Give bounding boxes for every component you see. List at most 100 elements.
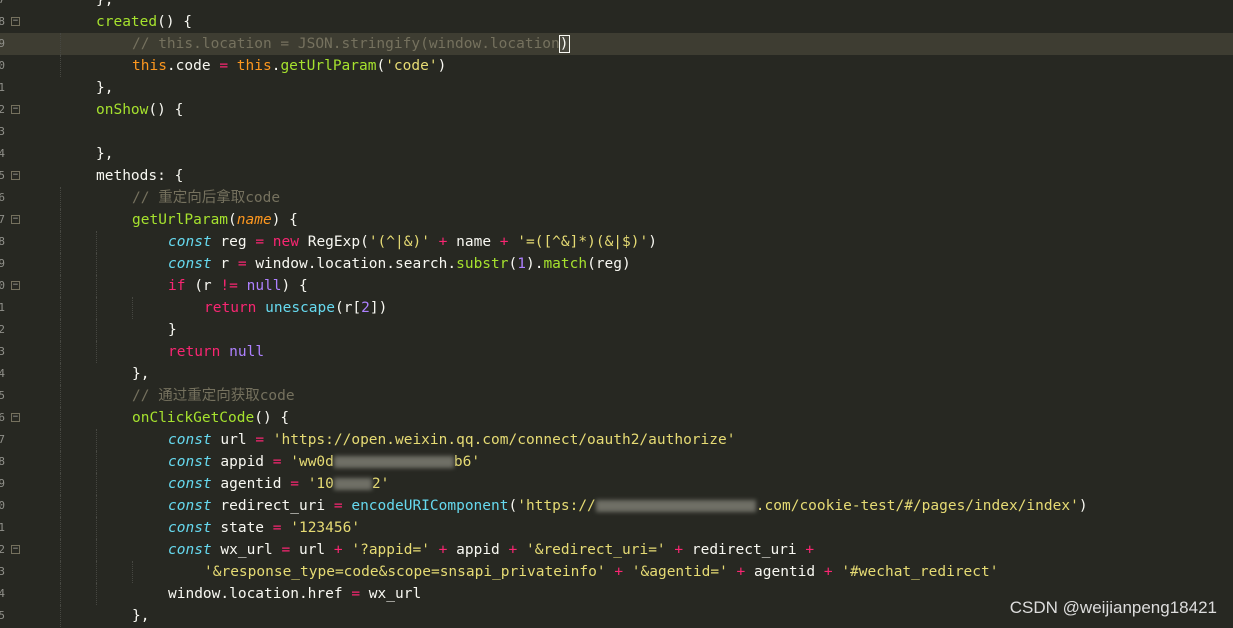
code-line[interactable]: 8 const reg = new RegExp('(^|&)' + name +…	[0, 231, 1233, 253]
code-line[interactable]: 3 '&response_type=code&scope=snsapi_priva…	[0, 561, 1233, 583]
line-number: 3	[0, 125, 5, 138]
code-token: },	[96, 146, 114, 162]
line-number: 1	[0, 81, 5, 94]
code-line[interactable]: 9 // this.location = JSON.stringify(windo…	[0, 33, 1233, 55]
code-content[interactable]: },	[96, 77, 113, 99]
code-token: (	[508, 498, 518, 514]
code-token: ).	[525, 256, 544, 272]
indent-guide	[60, 341, 61, 363]
code-token: '&agentid='	[631, 564, 728, 580]
code-token: appid	[447, 542, 509, 558]
line-number: 6	[0, 191, 5, 204]
line-number: 8	[0, 455, 5, 468]
code-content[interactable]: const redirect_uri = encodeURIComponent(…	[168, 495, 1088, 517]
code-token: },	[96, 80, 114, 96]
fold-toggle-icon[interactable]: −	[11, 17, 20, 26]
code-token: +	[805, 542, 815, 558]
code-line[interactable]: 1},	[0, 77, 1233, 99]
code-token: =	[255, 432, 265, 448]
code-line[interactable]: 2− onShow() {	[0, 99, 1233, 121]
code-token: '&redirect_uri='	[525, 542, 666, 558]
code-line[interactable]: 2− const wx_url = url + '?appid=' + appid…	[0, 539, 1233, 561]
code-content[interactable]: const reg = new RegExp('(^|&)' + name + …	[168, 231, 657, 253]
fold-toggle-icon[interactable]: −	[11, 215, 20, 224]
code-content[interactable]: const url = 'https://open.weixin.qq.com/…	[168, 429, 735, 451]
code-content[interactable]: // 重定向后拿取code	[132, 187, 280, 209]
fold-toggle-icon[interactable]: −	[11, 105, 20, 114]
code-line[interactable]: 1 return unescape(r[2])	[0, 297, 1233, 319]
code-line[interactable]: 6 // 重定向后拿取code	[0, 187, 1233, 209]
code-content[interactable]: created() {	[96, 11, 192, 33]
code-content[interactable]: const agentid = '10 2'	[168, 473, 389, 495]
code-token: r	[211, 256, 238, 272]
code-content[interactable]: }	[168, 319, 177, 341]
fold-toggle-icon[interactable]: −	[11, 281, 20, 290]
code-line[interactable]: 3 return null	[0, 341, 1233, 363]
code-line[interactable]: 8 const appid = 'ww0d b6'	[0, 451, 1233, 473]
code-line[interactable]: 5− methods: {	[0, 165, 1233, 187]
code-content[interactable]: },	[96, 143, 113, 165]
code-token: null	[246, 278, 282, 294]
code-line[interactable]: 8− created() {	[0, 11, 1233, 33]
fold-toggle-icon[interactable]: −	[11, 413, 20, 422]
code-content[interactable]: },	[132, 605, 149, 627]
code-token: =	[272, 454, 282, 470]
code-line[interactable]: 9 const agentid = '10 2'	[0, 473, 1233, 495]
code-editor[interactable]: 7}, 8 − created() {9// this.location = JSON…	[0, 0, 1233, 628]
code-line[interactable]: 5 // 通过重定向获取code	[0, 385, 1233, 407]
fold-toggle-icon[interactable]: −	[11, 171, 20, 180]
code-line[interactable]: 3	[0, 121, 1233, 143]
code-token: 'code'	[385, 58, 438, 74]
indent-guide	[60, 539, 61, 561]
code-content[interactable]: this.code = this.getUrlParam('code')	[132, 55, 446, 77]
code-token: ) {	[271, 212, 298, 228]
code-line[interactable]: 6− onClickGetCode() {	[0, 407, 1233, 429]
code-content[interactable]: window.location.href = wx_url	[168, 583, 421, 605]
code-content[interactable]: onShow() {	[96, 99, 183, 121]
code-token: =	[290, 476, 299, 492]
code-token: const	[168, 520, 212, 536]
code-token: appid	[211, 454, 273, 470]
code-content[interactable]: '&response_type=code&scope=snsapi_privat…	[204, 561, 998, 583]
code-content[interactable]: return unescape(r[2])	[204, 297, 387, 319]
code-line[interactable]: 1 const state = '123456'	[0, 517, 1233, 539]
line-number: 2	[0, 103, 5, 116]
code-token: reg	[211, 234, 256, 250]
code-content[interactable]: },	[132, 363, 149, 385]
code-content[interactable]: const r = window.location.search.substr(…	[168, 253, 631, 275]
code-token: substr	[456, 256, 509, 272]
code-content[interactable]: methods: {	[96, 165, 183, 187]
code-line[interactable]: 2}	[0, 319, 1233, 341]
code-token: return	[168, 344, 221, 360]
code-content[interactable]: const state = '123456'	[168, 517, 360, 539]
code-content[interactable]: const appid = 'ww0d b6'	[168, 451, 480, 473]
code-content[interactable]: // 通过重定向获取code	[132, 385, 295, 407]
code-line[interactable]: 4},	[0, 363, 1233, 385]
code-line[interactable]: 7},	[0, 0, 1233, 11]
code-content[interactable]: onClickGetCode() {	[132, 407, 289, 429]
code-content[interactable]: getUrlParam(name) {	[132, 209, 298, 231]
code-content[interactable]: return null	[168, 341, 264, 363]
code-token: getUrlParam	[132, 212, 229, 228]
indent-guide	[96, 429, 97, 451]
code-line[interactable]: 0 const redirect_uri = encodeURIComponent…	[0, 495, 1233, 517]
code-token: RegExp(	[298, 234, 369, 250]
code-token: +	[508, 542, 518, 558]
code-line[interactable]: 4},	[0, 143, 1233, 165]
code-line[interactable]: 7 const url = 'https://open.weixin.qq.com…	[0, 429, 1233, 451]
code-content[interactable]: const wx_url = url + '?appid=' + appid +…	[168, 539, 814, 561]
code-line[interactable]: 7− getUrlParam(name) {	[0, 209, 1233, 231]
code-line[interactable]: 9 const r = window.location.search.substr…	[0, 253, 1233, 275]
code-content[interactable]: // this.location = JSON.stringify(window…	[132, 33, 570, 55]
code-content[interactable]: if (r != null) {	[168, 275, 308, 297]
code-token: (r[	[334, 300, 362, 316]
line-number: 0	[0, 499, 5, 512]
code-line[interactable]: 0 this.code = this.getUrlParam('code')	[0, 55, 1233, 77]
code-line[interactable]: 0− if (r != null) {	[0, 275, 1233, 297]
code-content[interactable]: },	[96, 0, 113, 11]
fold-toggle-icon[interactable]: −	[11, 545, 20, 554]
